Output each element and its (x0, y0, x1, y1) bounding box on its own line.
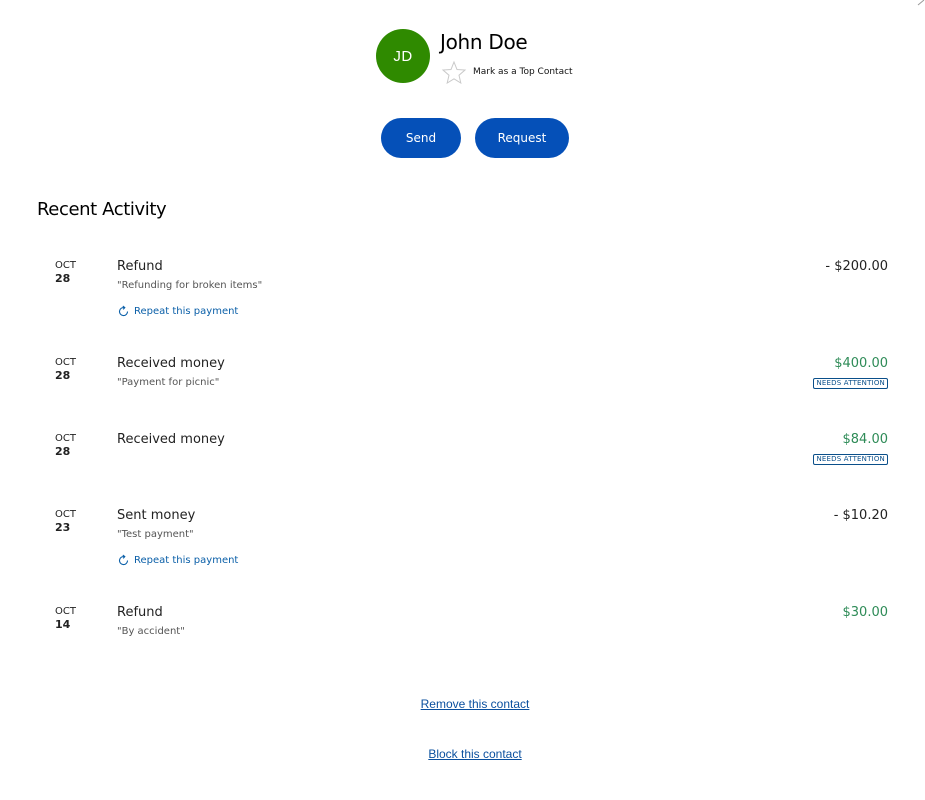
recent-activity-heading: Recent Activity (37, 199, 167, 220)
activity-amount: $84.00 (842, 432, 889, 447)
refresh-icon (119, 554, 129, 566)
resize-corner-icon (917, 0, 925, 6)
repeat-payment-link[interactable]: Repeat this payment (117, 554, 238, 567)
block-contact-link[interactable]: Block this contact (428, 747, 521, 761)
activity-title: Sent money (117, 508, 196, 523)
repeat-payment-label: Repeat this payment (134, 555, 239, 566)
refresh-icon (119, 305, 129, 317)
contact-detail-page: JD John Doe Mark as a Top Contact Send R… (0, 0, 925, 800)
activity-date: OCT 28 (55, 260, 95, 286)
send-button[interactable]: Send (381, 118, 461, 158)
activity-note: "Test payment" (117, 529, 194, 540)
avatar: JD (376, 29, 430, 83)
contact-name: John Doe (440, 30, 528, 54)
top-contact-label: Mark as a Top Contact (473, 67, 573, 77)
top-contact-toggle[interactable]: Mark as a Top Contact (441, 60, 573, 84)
activity-row[interactable]: OCT 28 Received money $84.00 NEEDS ATTEN… (0, 432, 925, 483)
activity-note: "Refunding for broken items" (117, 280, 263, 291)
activity-amount: - $200.00 (825, 259, 888, 274)
activity-date: OCT 14 (55, 606, 95, 632)
date-month: OCT (55, 433, 76, 444)
date-day: 14 (55, 618, 71, 631)
needs-attention-badge: NEEDS ATTENTION (813, 454, 888, 465)
request-button[interactable]: Request (475, 118, 569, 158)
remove-contact-link[interactable]: Remove this contact (421, 697, 530, 711)
date-month: OCT (55, 260, 76, 271)
remove-contact-container: Remove this contact (0, 697, 925, 711)
date-day: 28 (55, 369, 71, 382)
repeat-payment-label: Repeat this payment (134, 306, 239, 317)
date-month: OCT (55, 509, 76, 520)
activity-title: Received money (117, 432, 225, 447)
activity-row[interactable]: OCT 28 Received money "Payment for picni… (0, 356, 925, 407)
activity-date: OCT 28 (55, 433, 95, 459)
repeat-payment-link[interactable]: Repeat this payment (117, 305, 238, 318)
date-month: OCT (55, 606, 76, 617)
activity-amount: $400.00 (834, 356, 888, 371)
activity-date: OCT 28 (55, 357, 95, 383)
activity-row[interactable]: OCT 23 Sent money "Test payment" Repeat … (0, 508, 925, 579)
date-month: OCT (55, 357, 76, 368)
activity-note: "By accident" (117, 626, 185, 637)
date-day: 28 (55, 445, 71, 458)
activity-amount: - $10.20 (833, 508, 888, 523)
activity-amount: $30.00 (842, 605, 889, 620)
needs-attention-badge: NEEDS ATTENTION (813, 378, 888, 389)
date-day: 23 (55, 521, 71, 534)
block-contact-container: Block this contact (0, 747, 925, 761)
activity-title: Received money (117, 356, 225, 371)
activity-title: Refund (117, 605, 163, 620)
star-outline-icon[interactable] (441, 60, 467, 84)
date-day: 28 (55, 272, 71, 285)
activity-row[interactable]: OCT 14 Refund "By accident" $30.00 (0, 605, 925, 646)
activity-date: OCT 23 (55, 509, 95, 535)
activity-row[interactable]: OCT 28 Refund "Refunding for broken item… (0, 259, 925, 330)
activity-title: Refund (117, 259, 163, 274)
activity-note: "Payment for picnic" (117, 377, 220, 388)
